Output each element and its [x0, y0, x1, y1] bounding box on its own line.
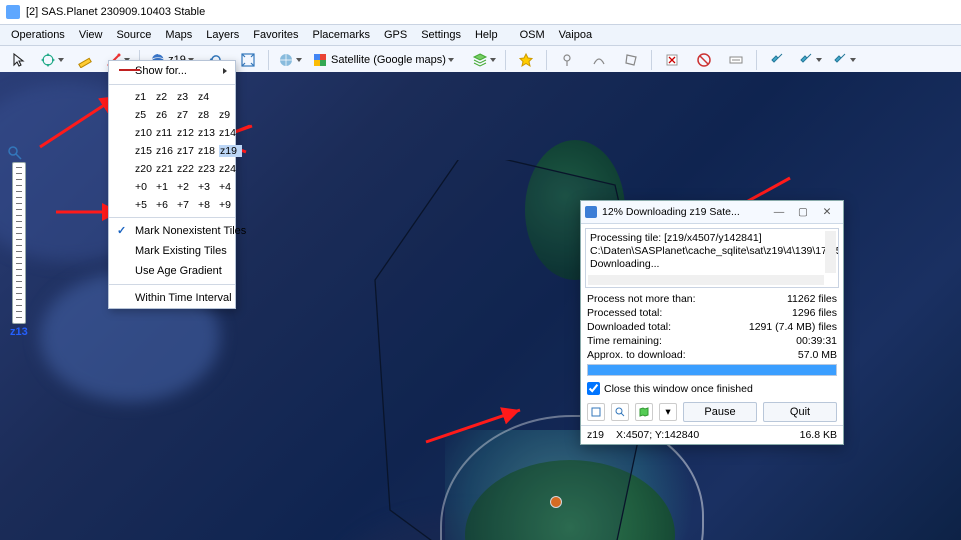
download-titlebar[interactable]: 12% Downloading z19 Sate... — ▢ ✕ — [581, 201, 843, 224]
menu-operations[interactable]: Operations — [4, 27, 72, 43]
progress-bar — [587, 364, 837, 376]
fullscreen-button[interactable] — [233, 48, 263, 72]
favorites-button[interactable] — [511, 48, 541, 72]
scrollbar-horizontal[interactable] — [588, 275, 824, 285]
menu-help[interactable]: Help — [468, 27, 505, 43]
window-title: [2] SAS.Planet 230909.10403 Stable — [26, 6, 205, 18]
sat-right-button[interactable] — [828, 48, 860, 72]
map-source-button[interactable]: Satellite (Google maps) — [308, 48, 466, 72]
menu-vaipoa[interactable]: Vaipoa — [552, 27, 599, 43]
zoom-extents-icon[interactable] — [587, 403, 605, 421]
status-coordinates: X:4507; Y:142840 — [616, 429, 788, 441]
menu-placemarks[interactable]: Placemarks — [306, 27, 377, 43]
measure-tool-button[interactable] — [70, 48, 100, 72]
download-window: 12% Downloading z19 Sate... — ▢ ✕ Proces… — [580, 200, 844, 445]
map-icon[interactable] — [635, 403, 653, 421]
marks-visible-button[interactable] — [657, 48, 687, 72]
map-source-label: Satellite (Google maps) — [331, 54, 446, 66]
menu-use-age[interactable]: Use Age Gradient — [109, 261, 235, 281]
zoom-row-a[interactable]: z1z2z3z4 — [109, 88, 235, 106]
menu-osm[interactable]: OSM — [513, 27, 552, 43]
menu-settings[interactable]: Settings — [414, 27, 468, 43]
menu-layers[interactable]: Layers — [199, 27, 246, 43]
zoom-dropdown-menu: Show for... z1z2z3z4 z5z6z7z8z9 z10z11z1… — [108, 60, 236, 309]
download-stats: Process not more than:11262 files Proces… — [581, 292, 843, 362]
zoom-row-f[interactable]: +0+1+2+3+4 — [109, 178, 235, 196]
label-button[interactable] — [721, 48, 751, 72]
menu-view[interactable]: View — [72, 27, 110, 43]
menu-source[interactable]: Source — [109, 27, 158, 43]
navigate-tool-button[interactable] — [36, 48, 68, 72]
status-size: 16.8 KB — [800, 429, 837, 441]
internet-button[interactable] — [274, 48, 306, 72]
zoom-slider[interactable] — [12, 162, 26, 324]
download-title: 12% Downloading z19 Sate... — [602, 206, 767, 218]
app-mini-icon — [585, 206, 597, 218]
maximize-icon[interactable]: ▢ — [791, 204, 815, 220]
magnifier-icon[interactable] — [7, 145, 21, 159]
sat-blue-button[interactable] — [762, 48, 792, 72]
pin-button[interactable] — [552, 48, 582, 72]
pause-button[interactable]: Pause — [683, 402, 757, 422]
menu-maps[interactable]: Maps — [158, 27, 199, 43]
path-button[interactable] — [584, 48, 614, 72]
menu-mark-existing[interactable]: Mark Existing Tiles — [109, 241, 235, 261]
close-icon[interactable]: ✕ — [815, 204, 839, 220]
menu-show-for[interactable]: Show for... — [109, 61, 235, 81]
menu-within-time[interactable]: Within Time Interval — [109, 288, 235, 308]
no-button[interactable] — [689, 48, 719, 72]
menu-favorites[interactable]: Favorites — [246, 27, 305, 43]
zoom-indicator: z13 — [10, 326, 28, 338]
window-titlebar: [2] SAS.Planet 230909.10403 Stable — [0, 0, 961, 24]
menu-mark-nonexistent[interactable]: Mark Nonexistent Tiles — [109, 221, 235, 241]
menu-gps[interactable]: GPS — [377, 27, 414, 43]
layers-button[interactable] — [468, 48, 500, 72]
polygon-button[interactable] — [616, 48, 646, 72]
sat-mid-button[interactable] — [794, 48, 826, 72]
minimize-icon[interactable]: — — [767, 204, 791, 220]
zoom-row-b[interactable]: z5z6z7z8z9 — [109, 106, 235, 124]
zoom-row-g[interactable]: +5+6+7+8+9 — [109, 196, 235, 214]
close-when-done-checkbox[interactable]: Close this window once finished — [581, 378, 843, 399]
options-icon[interactable]: ▾ — [659, 403, 677, 421]
select-tool-button[interactable] — [4, 48, 34, 72]
quit-button[interactable]: Quit — [763, 402, 837, 422]
download-log: Processing tile: [z19/x4507/y142841] C:\… — [585, 228, 839, 288]
zoom-row-d[interactable]: z15z16z17z18z19 — [109, 142, 235, 160]
zoom-row-c[interactable]: z10z11z12z13z14 — [109, 124, 235, 142]
zoom-row-e[interactable]: z20z21z22z23z24 — [109, 160, 235, 178]
download-statusbar: z19 X:4507; Y:142840 16.8 KB — [581, 425, 843, 444]
scrollbar-vertical[interactable] — [825, 231, 836, 273]
app-icon — [6, 5, 20, 19]
menubar: Operations View Source Maps Layers Favor… — [0, 24, 961, 46]
close-when-done-input[interactable] — [587, 382, 600, 395]
magnify-selection-icon[interactable] — [611, 403, 629, 421]
status-zoom: z19 — [587, 429, 604, 441]
